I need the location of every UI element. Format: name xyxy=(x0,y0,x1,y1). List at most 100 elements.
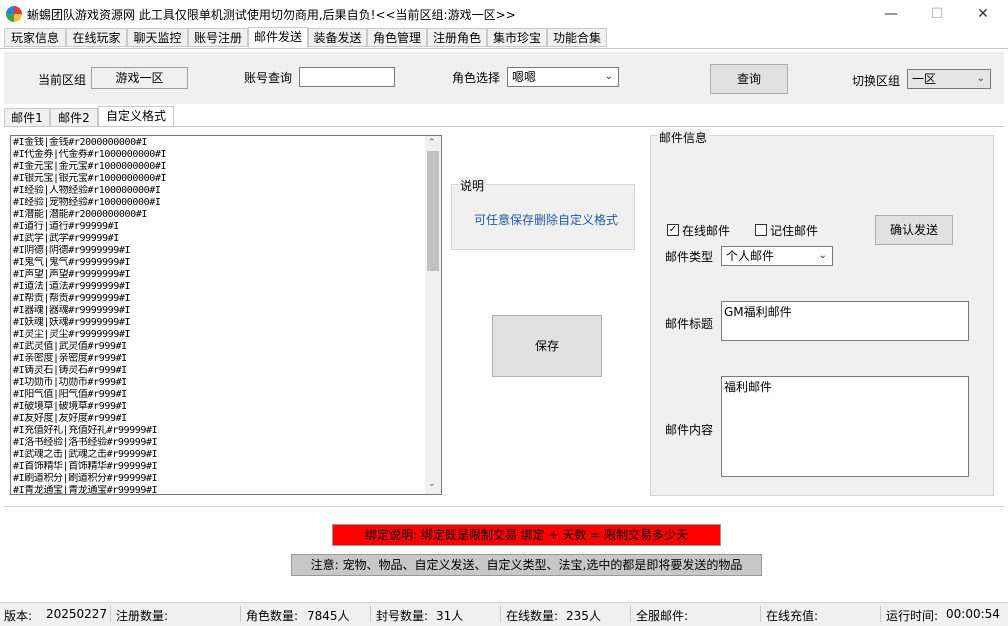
custom-format-line: #I首饰精华|首饰精华#r99999#I xyxy=(13,461,158,472)
bind-note-banner: 绑定说明: 绑定既是限制交易 绑定 + 天数 = 限制交易多少天 xyxy=(332,524,721,546)
custom-format-line: #I妖魂|妖魂#r9999999#I xyxy=(13,317,131,328)
app-icon xyxy=(6,6,22,22)
role-select[interactable]: 嗯嗯 ⌄ xyxy=(507,67,619,87)
role-select-value: 嗯嗯 xyxy=(512,70,537,84)
subtab-custom-format[interactable]: 自定义格式 xyxy=(98,106,174,127)
mail-subject-input[interactable]: GM福利邮件 xyxy=(721,301,969,341)
status-separator xyxy=(110,606,111,622)
subtab-divider xyxy=(4,126,1004,127)
account-input[interactable] xyxy=(299,67,395,87)
custom-format-line: #I铸灵石|铸灵石#r999#I xyxy=(13,365,127,376)
switch-region-select[interactable]: 一区 ⌄ xyxy=(907,69,991,89)
explain-group: 说明 可任意保存删除自定义格式 xyxy=(451,177,635,250)
custom-format-line: #I经验|人物经验#r100000000#I xyxy=(13,185,161,196)
custom-format-line: #I金元宝|金元宝#r1000000000#I xyxy=(13,161,167,172)
custom-format-line: #I金钱|金钱#r2000000000#I xyxy=(13,137,147,148)
switch-region-value: 一区 xyxy=(912,72,937,86)
close-button[interactable]: ✕ xyxy=(960,0,1006,28)
scroll-up-icon[interactable]: ⌃ xyxy=(428,138,436,148)
custom-format-line: #I友好度|友好度#r999#I xyxy=(13,413,127,424)
ban-count-value: 31人 xyxy=(436,609,464,623)
custom-format-line: #I充值好礼|充值好礼#r99999#I xyxy=(13,425,158,436)
ban-count-label: 封号数量: xyxy=(376,609,429,623)
tab-market-treasure[interactable]: 集市珍宝 xyxy=(487,28,547,47)
mail-type-value: 个人邮件 xyxy=(726,249,775,263)
tab-divider xyxy=(0,48,1008,49)
mail-content-label: 邮件内容 xyxy=(665,423,714,437)
custom-format-textarea[interactable]: #I金钱|金钱#r2000000000#I #I代金券|代金券#r10000000… xyxy=(10,135,442,495)
notice-banner: 注意: 宠物、物品、自定义发送、自定义类型、法宝,选中的都是即将要发送的物品 xyxy=(291,554,762,576)
scroll-down-icon[interactable]: ⌄ xyxy=(428,479,436,489)
vertical-scrollbar[interactable]: ⌃ ⌄ xyxy=(425,136,441,494)
custom-format-line: #I武魂之击|武魂之击#r99999#I xyxy=(13,449,158,460)
tab-chat-monitor[interactable]: 聊天监控 xyxy=(127,28,188,47)
custom-format-line: #I潜能|潜能#r2000000000#I xyxy=(13,209,147,220)
tab-role-manage[interactable]: 角色管理 xyxy=(367,28,427,47)
status-separator xyxy=(240,606,241,622)
custom-format-line: #I阴德|阴德#r9999999#I xyxy=(13,245,131,256)
role-label: 角色选择 xyxy=(452,71,501,85)
switch-region-label: 切换区组 xyxy=(852,74,901,88)
chevron-down-icon: ⌄ xyxy=(976,73,985,84)
mail-type-select[interactable]: 个人邮件 ⌄ xyxy=(721,246,833,266)
version-label: 版本: xyxy=(4,609,33,623)
custom-format-line: #I刷道积分|刷道积分#r99999#I xyxy=(13,473,158,484)
custom-format-line: #I武学|武学#r99999#I xyxy=(13,233,119,244)
query-toolbar: 当前区组 游戏一区 账号查询 角色选择 嗯嗯 ⌄ 查询 切换区组 一区 ⌄ xyxy=(4,52,1004,104)
tab-mail-send[interactable]: 邮件发送 xyxy=(248,27,308,48)
tab-account-register[interactable]: 账号注册 xyxy=(188,28,248,47)
custom-format-line: #I武灵值|武灵值#r999#I xyxy=(13,341,127,352)
section-divider xyxy=(4,506,1004,507)
subtab-mail1[interactable]: 邮件1 xyxy=(4,108,50,127)
status-separator xyxy=(630,606,631,622)
remember-mail-label: 记住邮件 xyxy=(770,224,819,238)
subtab-mail2[interactable]: 邮件2 xyxy=(50,108,98,127)
query-button[interactable]: 查询 xyxy=(710,64,788,94)
full-server-mail-label: 全服邮件: xyxy=(636,609,689,623)
tab-online-players[interactable]: 在线玩家 xyxy=(66,28,127,47)
custom-format-line: #I阳气值|阳气值#r999#I xyxy=(13,389,127,400)
tab-register-role[interactable]: 注册角色 xyxy=(427,28,487,47)
tab-function-set[interactable]: 功能合集 xyxy=(547,28,607,47)
remember-mail-checkbox[interactable] xyxy=(755,224,767,236)
mail-type-label: 邮件类型 xyxy=(665,250,714,264)
custom-format-line: #I青龙通宝|青龙通宝#r99999#I xyxy=(13,485,158,495)
custom-format-line: #I银元宝|银元宝#r1000000000#I xyxy=(13,173,167,184)
custom-format-line: #I道行|道行#r99999#I xyxy=(13,221,119,232)
explain-title: 说明 xyxy=(458,177,487,194)
custom-format-line: #I经验|宠物经验#r100000000#I xyxy=(13,197,161,208)
mail-content-input[interactable]: 福利邮件 xyxy=(721,376,969,477)
status-separator xyxy=(500,606,501,622)
account-label: 账号查询 xyxy=(244,71,293,85)
custom-format-line: #I功勋币|功勋币#r999#I xyxy=(13,377,127,388)
register-count-label: 注册数量: xyxy=(116,609,169,623)
custom-format-line: #I道法|道法#r9999999#I xyxy=(13,281,131,292)
online-recharge-label: 在线充值: xyxy=(766,609,819,623)
online-mail-label: 在线邮件 xyxy=(682,224,731,238)
checkmark-icon: ✓ xyxy=(668,224,678,235)
maximize-button[interactable]: ☐ xyxy=(914,0,960,28)
mail-info-title: 邮件信息 xyxy=(657,129,710,146)
tab-equip-send[interactable]: 装备发送 xyxy=(308,28,367,47)
status-separator xyxy=(880,606,881,622)
version-value: 20250227 xyxy=(46,607,108,621)
minimize-button[interactable]: — xyxy=(868,0,914,28)
custom-format-lines: #I金钱|金钱#r2000000000#I #I代金券|代金券#r10000000… xyxy=(13,137,425,495)
confirm-send-button[interactable]: 确认发送 xyxy=(875,215,953,245)
online-mail-checkbox[interactable]: ✓ xyxy=(667,224,679,236)
custom-format-line: #I洛书经验|洛书经验#r99999#I xyxy=(13,437,158,448)
status-separator xyxy=(760,606,761,622)
scroll-thumb[interactable] xyxy=(427,151,439,271)
custom-format-line: #I亲密度|亲密度#r999#I xyxy=(13,353,127,364)
chevron-down-icon: ⌄ xyxy=(604,71,613,82)
tab-player-info[interactable]: 玩家信息 xyxy=(4,28,66,47)
custom-format-line: #I灵尘|灵尘#r9999999#I xyxy=(13,329,131,340)
role-count-label: 角色数量: xyxy=(246,609,299,623)
custom-format-line: #I破境草|破境草#r999#I xyxy=(13,401,127,412)
custom-format-line: #I声望|声望#r9999999#I xyxy=(13,269,131,280)
runtime-label: 运行时间: xyxy=(886,609,939,623)
mail-info-group: 邮件信息 ✓ 在线邮件 记住邮件 确认发送 邮件类型 个人邮件 ⌄ 邮件标题 G… xyxy=(650,129,994,496)
save-button[interactable]: 保存 xyxy=(492,315,602,377)
region-value: 游戏一区 xyxy=(91,67,188,89)
chevron-down-icon: ⌄ xyxy=(818,250,827,261)
